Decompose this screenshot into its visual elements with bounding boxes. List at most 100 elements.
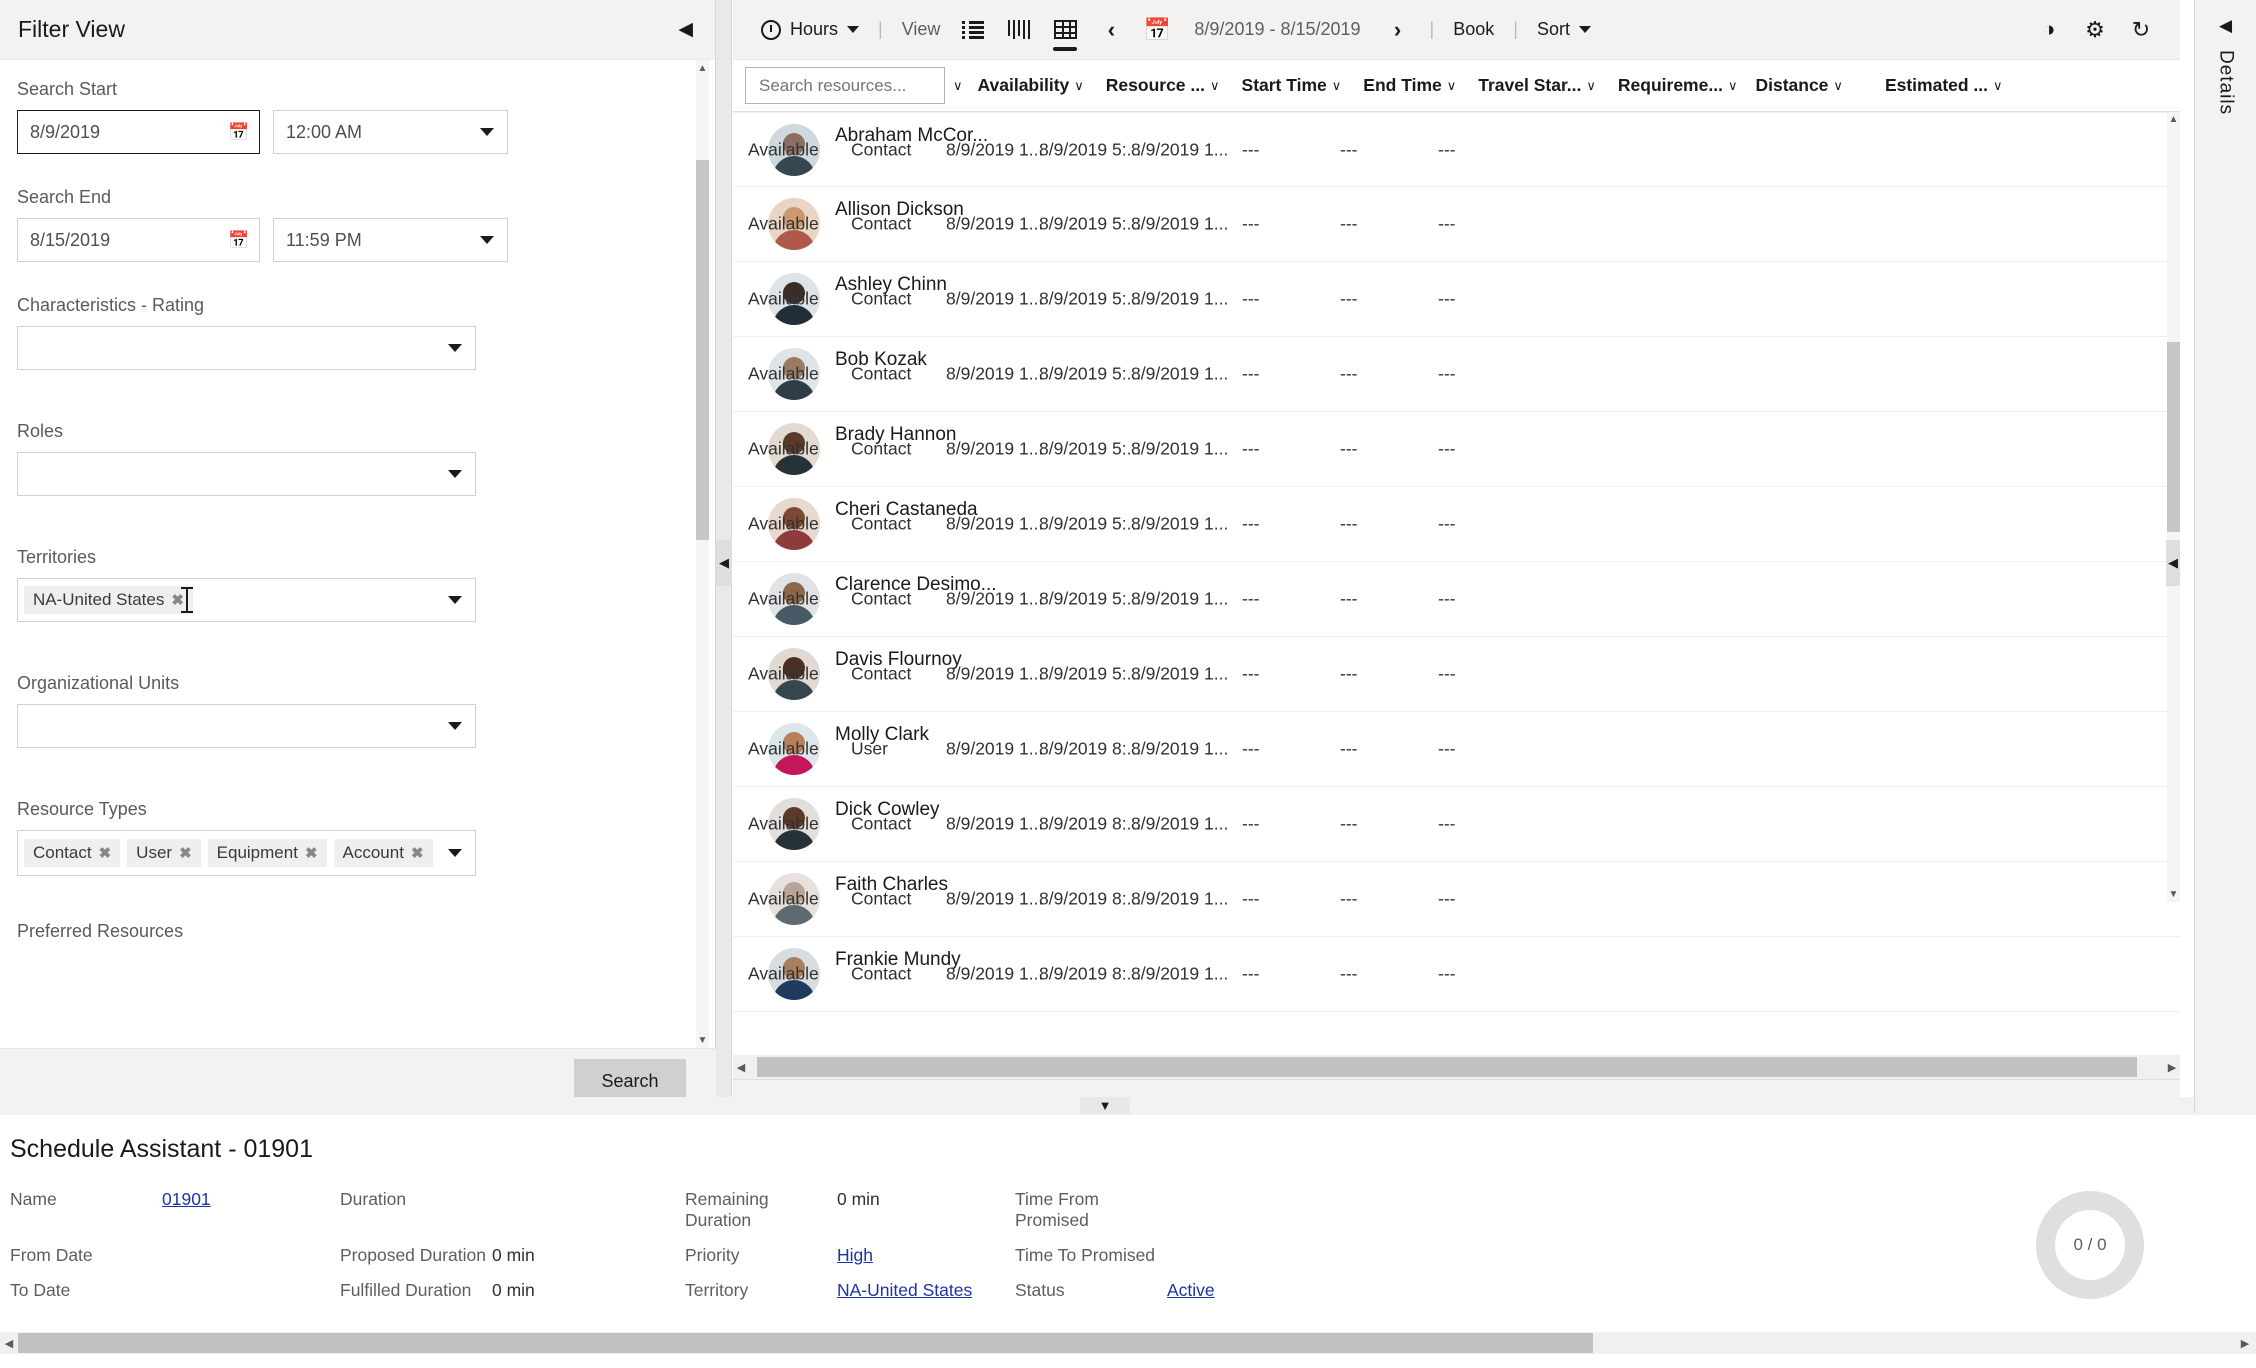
chevron-down-icon[interactable]: ∨ xyxy=(1074,78,1084,94)
chevron-down-icon[interactable]: ∨ xyxy=(1728,78,1738,94)
chevron-down-icon[interactable]: ∨ xyxy=(1833,78,1843,94)
scroll-down-icon[interactable]: ▼ xyxy=(696,1032,709,1048)
calendar-icon[interactable]: 📅 xyxy=(228,232,249,249)
details-expand-arrow-icon[interactable]: ◀ xyxy=(2219,16,2232,36)
header-estimated[interactable]: Estimated ... ∨ xyxy=(1885,75,2003,96)
territory-chip[interactable]: NA-United States ✖ xyxy=(24,586,193,614)
table-row[interactable]: Abraham McCor... Available Contact 8/9/2019… xyxy=(733,112,2180,187)
resource-types-select[interactable]: Contact ✖ User ✖ Equipment ✖ Account ✖ xyxy=(17,830,476,876)
detail-field-link[interactable]: NA-United States xyxy=(837,1280,972,1301)
roles-select[interactable] xyxy=(17,452,476,496)
header-travel-start[interactable]: Travel Star... ∨ xyxy=(1478,75,1596,96)
columns-view-icon[interactable] xyxy=(996,0,1042,60)
table-row[interactable]: Molly Clark Available User 8/9/2019 1... 8/9… xyxy=(733,712,2180,787)
book-button[interactable]: Book xyxy=(1443,0,1504,60)
table-row[interactable]: Allison Dickson Available Contact 8/9/2019 … xyxy=(733,187,2180,262)
table-row[interactable]: Faith Charles Available Contact 8/9/2019 1.… xyxy=(733,862,2180,937)
calendar-picker-button[interactable]: 📅 xyxy=(1134,0,1180,60)
remove-chip-icon[interactable]: ✖ xyxy=(99,844,112,862)
calendar-icon[interactable]: 📅 xyxy=(228,124,249,141)
search-start-date-input[interactable]: 8/9/2019 📅 xyxy=(17,110,260,154)
grid-view-icon[interactable] xyxy=(1042,0,1088,60)
chevron-down-icon[interactable] xyxy=(480,236,494,244)
sort-dropdown[interactable]: Sort xyxy=(1527,0,1601,60)
header-availability[interactable]: Availability ∨ xyxy=(978,75,1084,96)
resource-type-chip[interactable]: Equipment ✖ xyxy=(207,839,327,867)
resource-type-chip[interactable]: Account ✖ xyxy=(333,839,433,867)
detail-field-link[interactable]: Active xyxy=(1167,1280,1215,1301)
table-row[interactable]: Clarence Desimo... Available Contact 8/9/20… xyxy=(733,562,2180,637)
characteristics-rating-select[interactable] xyxy=(17,326,476,370)
name-column-chevron-icon[interactable]: ∨ xyxy=(953,78,963,94)
collapse-details-handle[interactable]: ◀ xyxy=(2166,540,2180,586)
chevron-down-icon[interactable]: ∨ xyxy=(1332,78,1342,94)
table-row[interactable]: Hal Matheson xyxy=(733,1012,2180,1013)
remove-chip-icon[interactable]: ✖ xyxy=(305,844,318,862)
table-row[interactable]: Ashley Chinn Available Contact 8/9/2019 1..… xyxy=(733,262,2180,337)
visibility-eye-icon[interactable]: ◑ xyxy=(2026,0,2072,60)
collapse-filter-handle[interactable]: ◀ xyxy=(716,540,732,586)
resource-type-chip[interactable]: User ✖ xyxy=(127,839,201,867)
scroll-right-icon[interactable]: ▶ xyxy=(2236,1337,2254,1350)
view-label[interactable]: View xyxy=(892,0,951,60)
chevron-down-icon[interactable] xyxy=(448,849,462,857)
scroll-up-icon[interactable]: ▲ xyxy=(2167,112,2180,127)
grid-hscroll-track[interactable] xyxy=(749,1057,2164,1077)
search-resources-field[interactable] xyxy=(745,67,945,104)
resource-type-chip[interactable]: Contact ✖ xyxy=(24,839,121,867)
chevron-down-icon[interactable] xyxy=(448,470,462,478)
chevron-down-icon[interactable]: ∨ xyxy=(1586,78,1596,94)
horizontal-splitter[interactable]: ▼ xyxy=(0,1097,2194,1115)
territories-select[interactable]: NA-United States ✖ xyxy=(17,578,476,622)
header-distance[interactable]: Distance ∨ xyxy=(1755,75,1842,96)
search-resources-input[interactable] xyxy=(757,74,933,97)
detail-field-link[interactable]: High xyxy=(837,1245,873,1266)
header-end-time[interactable]: End Time ∨ xyxy=(1363,75,1456,96)
scroll-left-icon[interactable]: ◀ xyxy=(0,1337,18,1350)
scroll-left-icon[interactable]: ◀ xyxy=(733,1061,749,1074)
table-row[interactable]: Cheri Castaneda Available Contact 8/9/2019 … xyxy=(733,487,2180,562)
header-resource-type[interactable]: Resource ... ∨ xyxy=(1106,75,1220,96)
table-row[interactable]: Dick Cowley Available Contact 8/9/2019 1...… xyxy=(733,787,2180,862)
chevron-down-icon[interactable] xyxy=(1578,26,1591,33)
grid-hscroll-thumb[interactable] xyxy=(757,1057,2137,1077)
bottom-hscroll-thumb[interactable] xyxy=(18,1333,1593,1353)
chevron-down-icon[interactable] xyxy=(448,596,462,604)
grid-vertical-scrollbar[interactable]: ▲ ▼ xyxy=(2167,112,2180,902)
scroll-up-icon[interactable]: ▲ xyxy=(696,60,709,76)
chevron-down-icon[interactable] xyxy=(847,26,860,33)
table-row[interactable]: Davis Flournoy Available Contact 8/9/2019 1… xyxy=(733,637,2180,712)
remove-chip-icon[interactable]: ✖ xyxy=(171,591,184,609)
search-end-time-select[interactable]: 11:59 PM xyxy=(273,218,508,262)
bottom-horizontal-scrollbar[interactable]: ◀ ▶ xyxy=(0,1332,2256,1354)
grid-horizontal-scrollbar[interactable]: ◀ ▶ xyxy=(733,1055,2180,1079)
chevron-down-icon[interactable]: ∨ xyxy=(1993,78,2003,94)
grid-scrollbar-thumb[interactable] xyxy=(2167,342,2180,532)
details-rail[interactable]: ◀ Details xyxy=(2194,0,2256,1113)
scroll-down-icon[interactable]: ▼ xyxy=(2167,887,2180,902)
next-period-button[interactable]: › xyxy=(1375,0,1421,60)
filter-scrollbar-thumb[interactable] xyxy=(696,160,709,540)
header-requirement[interactable]: Requireme... ∨ xyxy=(1618,75,1738,96)
hours-unit-dropdown[interactable]: Hours xyxy=(751,0,869,60)
filter-vertical-scrollbar[interactable]: ▲ ▼ xyxy=(696,60,709,1048)
header-start-time[interactable]: Start Time ∨ xyxy=(1242,75,1342,96)
previous-period-button[interactable]: ‹ xyxy=(1088,0,1134,60)
search-end-date-input[interactable]: 8/15/2019 📅 xyxy=(17,218,260,262)
detail-field-link[interactable]: 01901 xyxy=(162,1189,211,1210)
chevron-down-icon[interactable] xyxy=(480,128,494,136)
scroll-right-icon[interactable]: ▶ xyxy=(2164,1061,2180,1074)
table-row[interactable]: Frankie Mundy Available Contact 8/9/2019 1.… xyxy=(733,937,2180,1012)
table-row[interactable]: Brady Hannon Available Contact 8/9/2019 1..… xyxy=(733,412,2180,487)
remove-chip-icon[interactable]: ✖ xyxy=(411,844,424,862)
chevron-left-icon[interactable]: ◀ xyxy=(678,20,693,39)
remove-chip-icon[interactable]: ✖ xyxy=(179,844,192,862)
chevron-down-icon[interactable]: ∨ xyxy=(1210,78,1220,94)
table-row[interactable]: Bob Kozak Available Contact 8/9/2019 1... 8/… xyxy=(733,337,2180,412)
organizational-units-select[interactable] xyxy=(17,704,476,748)
search-start-time-select[interactable]: 12:00 AM xyxy=(273,110,508,154)
refresh-icon[interactable]: ↻ xyxy=(2118,0,2164,60)
chevron-down-icon[interactable] xyxy=(448,344,462,352)
chevron-down-icon[interactable] xyxy=(448,722,462,730)
list-view-icon[interactable] xyxy=(950,0,996,60)
